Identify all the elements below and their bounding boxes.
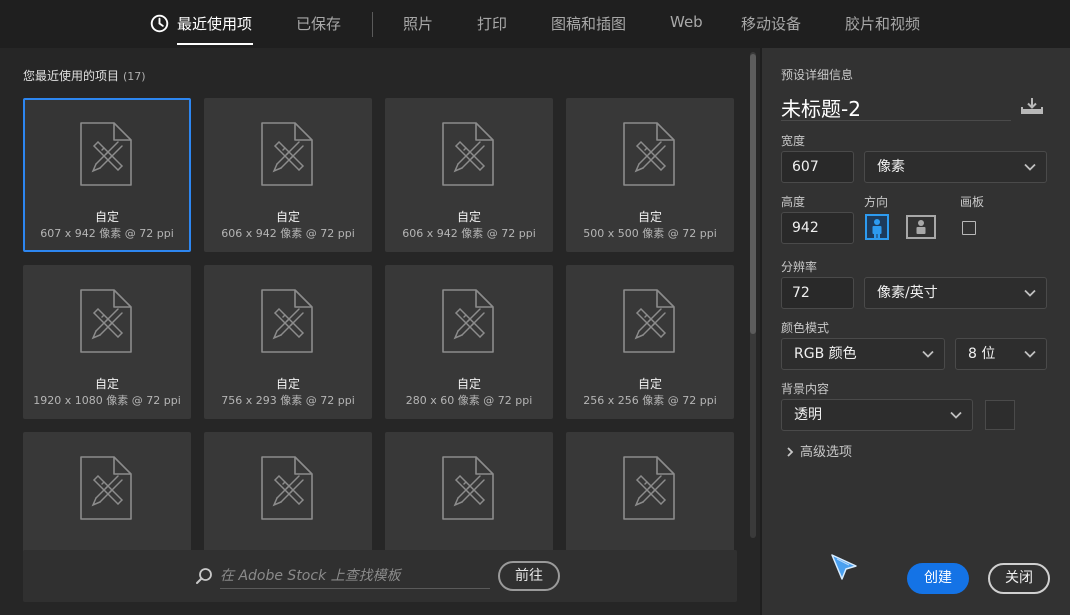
document-preset-icon bbox=[442, 456, 494, 520]
tab-art-illustration[interactable]: 图稿和插图 bbox=[551, 13, 626, 34]
preset-details-panel: 预设详细信息 未标题-2 宽度 607 像素 高度 方向 画板 942 分辨率 … bbox=[762, 48, 1070, 615]
resolution-unit-select[interactable]: 像素/英寸 bbox=[864, 277, 1047, 309]
recent-item-name: 自定 bbox=[456, 210, 481, 224]
recent-item-tile[interactable]: 自定 756 x 293 像素 @ 72 ppi bbox=[204, 265, 372, 419]
advanced-options-toggle[interactable]: 高级选项 bbox=[786, 441, 852, 460]
height-label: 高度 bbox=[781, 195, 806, 209]
artboard-label: 画板 bbox=[960, 195, 985, 209]
document-preset-icon bbox=[623, 289, 675, 353]
document-preset-icon bbox=[80, 122, 132, 186]
document-preset-icon bbox=[261, 456, 313, 520]
scrollbar-thumb[interactable] bbox=[750, 54, 756, 334]
stock-search-input[interactable] bbox=[220, 563, 490, 589]
tab-web[interactable]: Web bbox=[670, 13, 703, 31]
search-icon bbox=[196, 568, 212, 584]
recent-item-size: 606 x 942 像素 @ 72 ppi bbox=[402, 227, 536, 240]
recent-item-tile[interactable]: 自定 606 x 942 像素 @ 72 ppi bbox=[385, 98, 553, 252]
recent-item-tile[interactable]: 自定 256 x 256 像素 @ 72 ppi bbox=[566, 265, 734, 419]
recent-item-name: 自定 bbox=[637, 377, 662, 391]
chevron-right-icon bbox=[787, 447, 794, 457]
tab-photo[interactable]: 照片 bbox=[403, 13, 433, 34]
recent-item-size: 607 x 942 像素 @ 72 ppi bbox=[40, 227, 174, 240]
mouse-cursor-icon bbox=[831, 554, 857, 580]
chevron-down-icon bbox=[1024, 350, 1036, 358]
recent-item-size: 756 x 293 像素 @ 72 ppi bbox=[221, 394, 355, 407]
clock-icon bbox=[150, 14, 169, 33]
document-preset-icon bbox=[442, 122, 494, 186]
save-preset-icon[interactable] bbox=[1020, 96, 1044, 116]
tab-mobile[interactable]: 移动设备 bbox=[741, 13, 801, 34]
recent-item-name: 自定 bbox=[94, 210, 119, 224]
chevron-down-icon bbox=[922, 350, 934, 358]
chevron-down-icon bbox=[1024, 289, 1036, 297]
active-tab-underline bbox=[177, 43, 253, 45]
background-color-swatch[interactable] bbox=[985, 400, 1015, 430]
recent-item-size: 500 x 500 像素 @ 72 ppi bbox=[583, 227, 717, 240]
tab-recent[interactable]: 最近使用项 bbox=[177, 13, 252, 34]
document-preset-icon bbox=[623, 122, 675, 186]
document-preset-icon bbox=[261, 289, 313, 353]
recent-count: (17) bbox=[123, 70, 146, 83]
recent-item-name: 自定 bbox=[275, 210, 300, 224]
landscape-orientation-icon[interactable] bbox=[906, 214, 936, 240]
preset-details-heading: 预设详细信息 bbox=[781, 68, 854, 82]
recent-item-tile[interactable]: 自定 606 x 942 像素 @ 72 ppi bbox=[204, 98, 372, 252]
portrait-orientation-icon[interactable] bbox=[865, 214, 889, 240]
tab-print[interactable]: 打印 bbox=[477, 13, 507, 34]
recent-item-size: 1920 x 1080 像素 @ 72 ppi bbox=[33, 394, 181, 407]
create-button[interactable]: 创建 bbox=[907, 563, 969, 594]
background-value: 透明 bbox=[794, 407, 822, 423]
stock-search-bar: 前往 bbox=[23, 550, 737, 602]
document-preset-icon bbox=[623, 456, 675, 520]
go-button[interactable]: 前往 bbox=[498, 561, 560, 591]
width-input[interactable]: 607 bbox=[781, 151, 854, 183]
width-label: 宽度 bbox=[781, 134, 806, 148]
recent-item-name: 自定 bbox=[456, 377, 481, 391]
tab-divider bbox=[372, 12, 373, 37]
background-select[interactable]: 透明 bbox=[781, 399, 973, 431]
recent-item-size: 606 x 942 像素 @ 72 ppi bbox=[221, 227, 355, 240]
resolution-input[interactable]: 72 bbox=[781, 277, 854, 309]
recent-item-name: 自定 bbox=[637, 210, 662, 224]
recent-item-name: 自定 bbox=[275, 377, 300, 391]
recent-item-size: 256 x 256 像素 @ 72 ppi bbox=[583, 394, 717, 407]
resolution-unit-value: 像素/英寸 bbox=[877, 285, 938, 301]
recent-heading: 您最近使用的项目 (17) bbox=[23, 67, 146, 84]
recent-item-tile-selected[interactable]: 自定 607 x 942 像素 @ 72 ppi bbox=[23, 98, 191, 252]
tab-saved[interactable]: 已保存 bbox=[296, 13, 341, 34]
recent-items-panel: 您最近使用的项目 (17) 自定 607 x 942 像素 @ 72 ppi 自定 60… bbox=[0, 48, 760, 615]
document-preset-icon bbox=[442, 289, 494, 353]
document-preset-icon bbox=[80, 289, 132, 353]
color-mode-select[interactable]: RGB 颜色 bbox=[781, 338, 945, 370]
bit-depth-select[interactable]: 8 位 bbox=[955, 338, 1047, 370]
chevron-down-icon bbox=[950, 411, 962, 419]
orientation-label: 方向 bbox=[864, 195, 889, 209]
resolution-label: 分辨率 bbox=[781, 260, 818, 274]
document-preset-icon bbox=[261, 122, 313, 186]
advanced-options-label: 高级选项 bbox=[800, 445, 853, 460]
top-tab-bar: 最近使用项 已保存 照片 打印 图稿和插图 Web 移动设备 胶片和视频 bbox=[0, 0, 1070, 48]
recent-item-name: 自定 bbox=[94, 377, 119, 391]
document-name-field[interactable]: 未标题-2 bbox=[781, 93, 1011, 121]
bit-depth-value: 8 位 bbox=[968, 346, 996, 362]
recent-item-size: 280 x 60 像素 @ 72 ppi bbox=[405, 394, 533, 407]
recent-item-tile[interactable]: 自定 280 x 60 像素 @ 72 ppi bbox=[385, 265, 553, 419]
document-preset-icon bbox=[80, 456, 132, 520]
unit-select-value: 像素 bbox=[877, 159, 905, 175]
recent-item-tile[interactable]: 自定 500 x 500 像素 @ 72 ppi bbox=[566, 98, 734, 252]
unit-select[interactable]: 像素 bbox=[864, 151, 1047, 183]
recent-item-tile[interactable]: 自定 1920 x 1080 像素 @ 72 ppi bbox=[23, 265, 191, 419]
close-button[interactable]: 关闭 bbox=[988, 563, 1050, 594]
artboard-checkbox[interactable] bbox=[962, 221, 976, 235]
tab-film-video[interactable]: 胶片和视频 bbox=[845, 13, 920, 34]
color-mode-label: 颜色模式 bbox=[781, 321, 830, 335]
color-mode-value: RGB 颜色 bbox=[794, 346, 857, 362]
recent-heading-text: 您最近使用的项目 bbox=[23, 69, 120, 83]
height-input[interactable]: 942 bbox=[781, 212, 854, 244]
chevron-down-icon bbox=[1024, 163, 1036, 171]
background-label: 背景内容 bbox=[781, 382, 830, 396]
